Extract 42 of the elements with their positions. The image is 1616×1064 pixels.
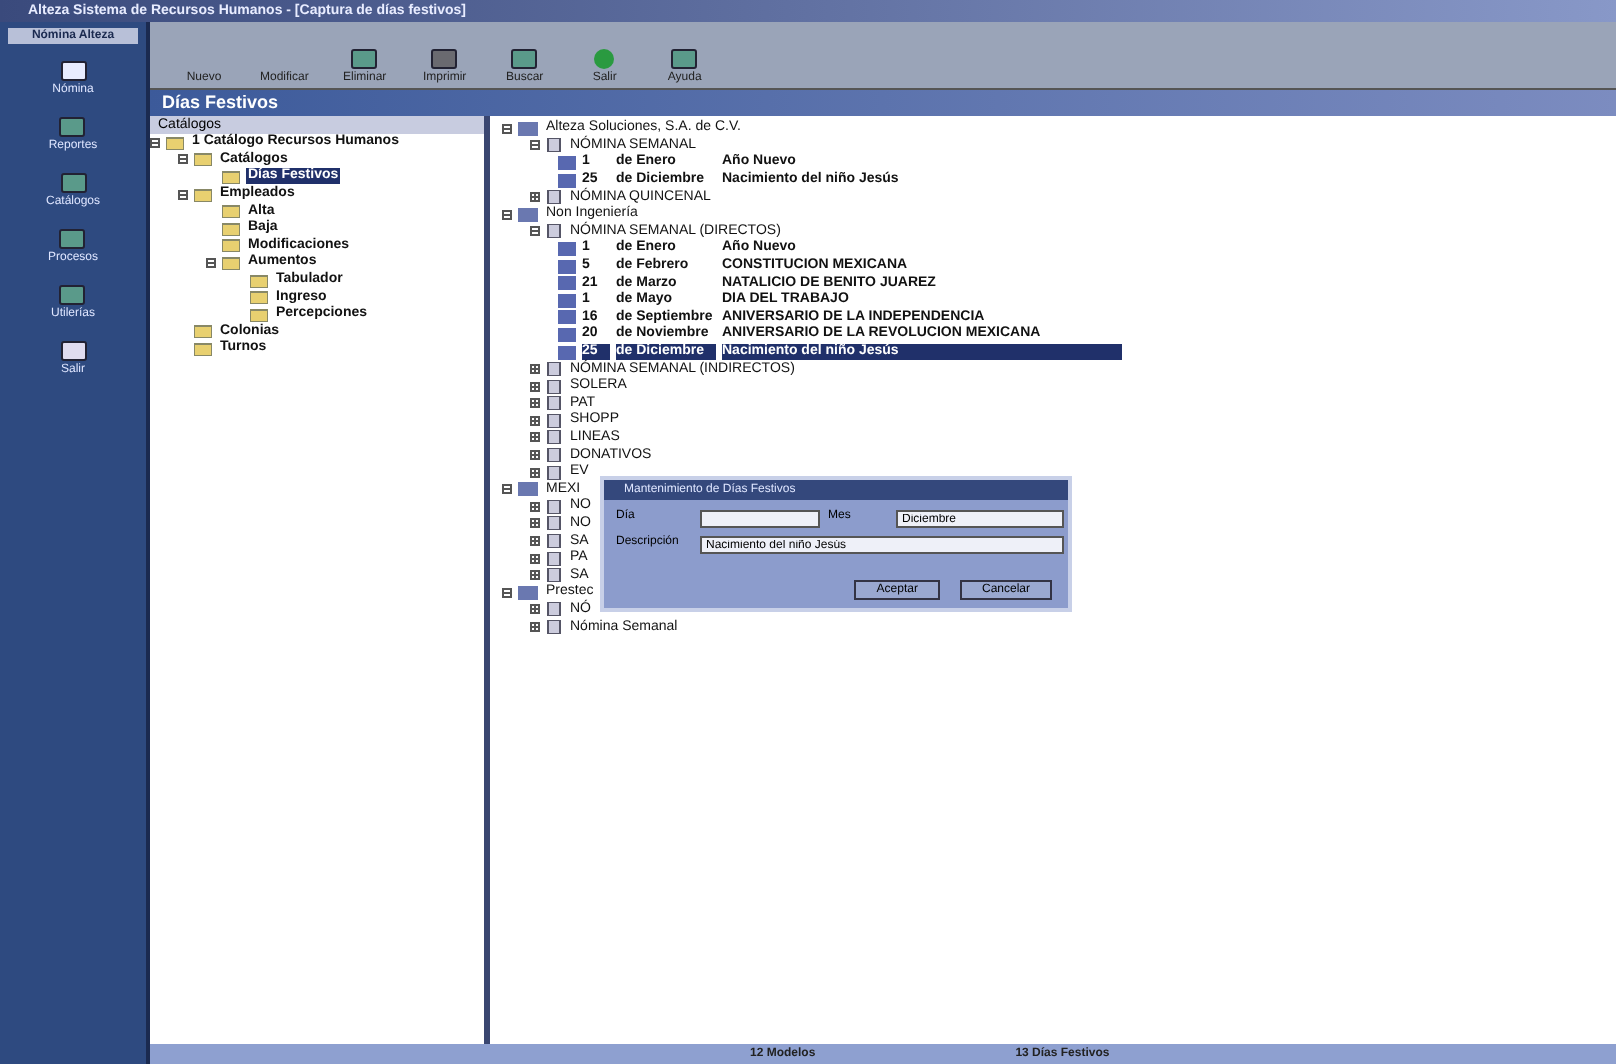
plus-icon[interactable] <box>530 467 540 478</box>
plus-icon[interactable] <box>530 398 540 409</box>
note-icon <box>59 340 87 362</box>
building-icon <box>518 207 538 222</box>
minus-icon[interactable] <box>502 484 512 495</box>
section-title: Días Festivos <box>150 90 1616 116</box>
minus-icon[interactable] <box>502 209 512 220</box>
card-icon <box>58 116 87 138</box>
minus-icon[interactable] <box>530 140 540 151</box>
window-icon <box>670 48 699 70</box>
plus-icon[interactable] <box>530 536 540 547</box>
plus-icon[interactable] <box>530 192 540 203</box>
minus-icon[interactable] <box>150 137 160 148</box>
minus-icon[interactable] <box>502 587 512 598</box>
plus-icon[interactable] <box>530 381 540 392</box>
building-icon <box>518 482 538 497</box>
plus-icon[interactable] <box>530 450 540 461</box>
plus-icon[interactable] <box>530 501 540 512</box>
building-icon <box>518 121 538 136</box>
plus-icon[interactable] <box>530 518 540 529</box>
input-field[interactable] <box>700 510 820 528</box>
document-icon <box>546 138 562 153</box>
plus-icon[interactable] <box>530 553 540 564</box>
card-icon <box>58 228 87 250</box>
plus-icon[interactable] <box>530 570 540 581</box>
minus-icon[interactable] <box>530 226 540 237</box>
plus-icon[interactable] <box>530 604 540 615</box>
minus-icon[interactable] <box>178 189 188 200</box>
minus-icon[interactable] <box>206 257 216 268</box>
window-icon <box>350 48 379 70</box>
plus-icon[interactable] <box>530 364 540 375</box>
window-icon <box>510 48 539 70</box>
plus-icon[interactable] <box>530 415 540 426</box>
card-icon <box>59 172 87 194</box>
card-icon <box>58 284 87 306</box>
document-icon <box>546 224 562 239</box>
plus-icon[interactable] <box>530 432 540 443</box>
minus-icon[interactable] <box>502 123 512 134</box>
plus-icon[interactable] <box>530 622 540 633</box>
building-icon <box>518 585 538 600</box>
minus-icon[interactable] <box>178 154 188 165</box>
document-icon <box>546 190 562 205</box>
